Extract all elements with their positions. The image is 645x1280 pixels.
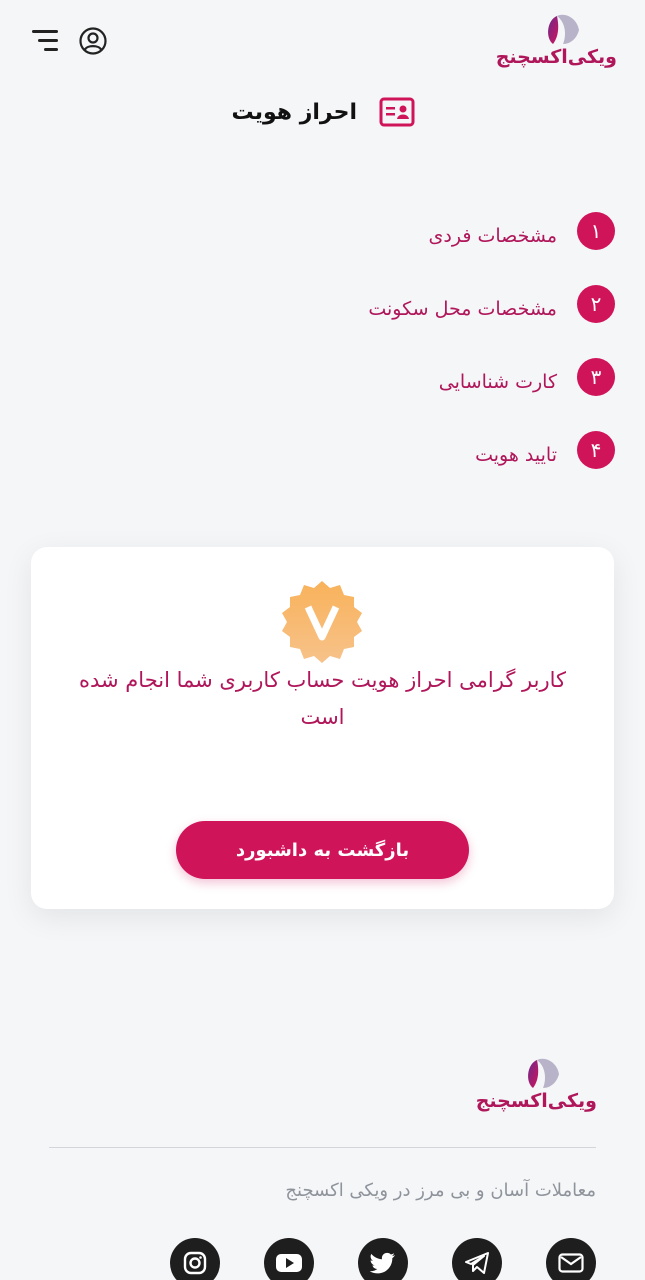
step-identity-confirm[interactable]: ۴ تایید هویت bbox=[55, 431, 615, 469]
social-links bbox=[170, 1238, 600, 1280]
footer-divider bbox=[49, 1147, 596, 1148]
verified-badge-icon bbox=[282, 581, 362, 663]
menu-button[interactable] bbox=[28, 28, 58, 54]
telegram-link[interactable] bbox=[452, 1238, 502, 1280]
id-card-icon bbox=[379, 97, 415, 127]
step-number: ۳ bbox=[577, 358, 615, 396]
instagram-link[interactable] bbox=[170, 1238, 220, 1280]
step-number: ۲ bbox=[577, 285, 615, 323]
page-title: احراز هویت bbox=[231, 99, 357, 125]
step-number: ۴ bbox=[577, 431, 615, 469]
brand-logo[interactable]: ویکی‌اکسچنج bbox=[496, 10, 617, 76]
verification-success-card: کاربر گرامی احراز هویت حساب کاربری شما ا… bbox=[31, 547, 614, 909]
user-circle-icon[interactable] bbox=[78, 26, 108, 56]
step-label: تایید هویت bbox=[475, 444, 557, 466]
verification-steps: ۱ مشخصات فردی ۲ مشخصات محل سکونت ۳ کارت … bbox=[55, 212, 615, 504]
step-label: کارت شناسایی bbox=[438, 371, 557, 393]
email-icon bbox=[558, 1253, 584, 1273]
youtube-icon bbox=[276, 1254, 302, 1272]
youtube-link[interactable] bbox=[264, 1238, 314, 1280]
step-id-card[interactable]: ۳ کارت شناسایی bbox=[55, 358, 615, 396]
logo-mark-icon bbox=[548, 14, 579, 44]
email-link[interactable] bbox=[546, 1238, 596, 1280]
back-to-dashboard-button[interactable]: بازگشت به داشبورد bbox=[176, 821, 469, 879]
footer-tagline: معاملات آسان و بی مرز در ویکی اکسچنج bbox=[285, 1180, 596, 1201]
step-residence-info[interactable]: ۲ مشخصات محل سکونت bbox=[55, 285, 615, 323]
footer-logo[interactable]: ویکی‌اکسچنج bbox=[476, 1054, 597, 1120]
logo-text: ویکی‌اکسچنج bbox=[475, 1090, 597, 1112]
telegram-icon bbox=[465, 1252, 489, 1274]
step-personal-info[interactable]: ۱ مشخصات فردی bbox=[55, 212, 615, 250]
page-title-row: احراز هویت bbox=[231, 92, 415, 132]
logo-text: ویکی‌اکسچنج bbox=[495, 46, 617, 68]
hamburger-icon bbox=[32, 30, 58, 33]
logo-mark-icon bbox=[528, 1058, 559, 1088]
success-message: کاربر گرامی احراز هویت حساب کاربری شما ا… bbox=[79, 668, 566, 729]
step-number: ۱ bbox=[577, 212, 615, 250]
twitter-link[interactable] bbox=[358, 1238, 408, 1280]
app-header: ویکی‌اکسچنج bbox=[0, 0, 645, 90]
step-label: مشخصات محل سکونت bbox=[368, 298, 557, 320]
instagram-icon bbox=[183, 1251, 207, 1275]
twitter-icon bbox=[370, 1252, 395, 1274]
step-label: مشخصات فردی bbox=[428, 225, 557, 247]
